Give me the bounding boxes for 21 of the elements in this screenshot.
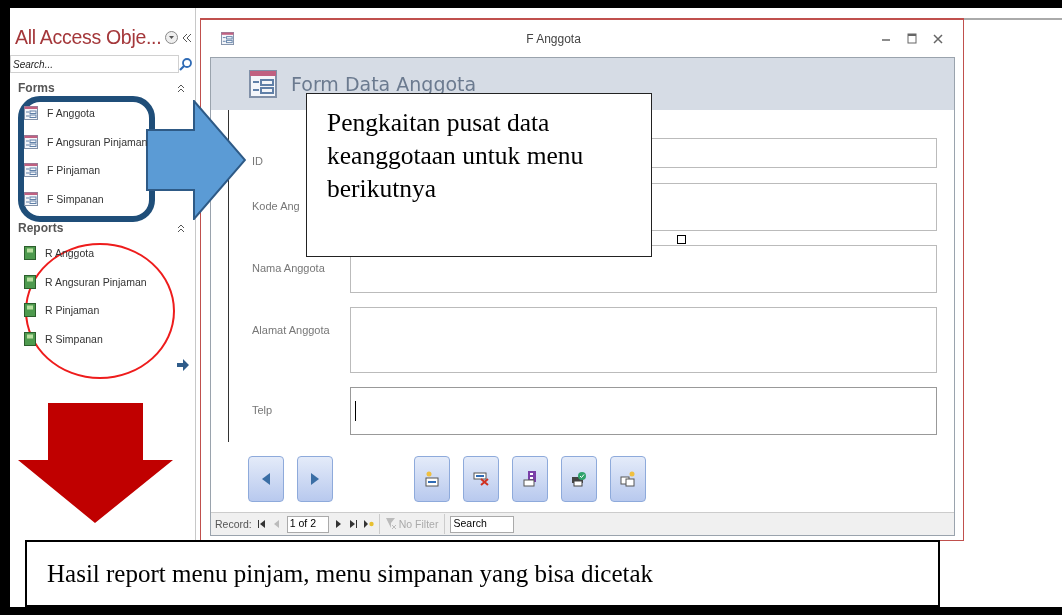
navigation-item[interactable]: F Pinjaman — [24, 156, 101, 185]
search-field[interactable]: Search... — [10, 55, 179, 73]
record-search-field[interactable]: Search — [450, 515, 515, 533]
record-label: Record: — [215, 518, 252, 530]
record-position-field[interactable]: 1 of 2 — [286, 515, 329, 533]
navigation-item[interactable]: F Simpanan — [24, 184, 104, 213]
group-header[interactable]: Forms — [18, 81, 55, 95]
field-label: Alamat Anggota — [252, 324, 330, 336]
pane-title: All Access Obje... — [15, 26, 162, 49]
navigation-item[interactable]: R Angsuran Pinjaman — [24, 267, 147, 296]
group-header[interactable]: Reports — [18, 221, 64, 235]
caption-note: Hasil report menu pinjam, menu simpanan yang bisa dicetak — [25, 540, 940, 607]
window-title: F Anggota — [525, 31, 582, 46]
field-label: Kode Ang — [252, 200, 300, 212]
field-label: Telp — [252, 404, 273, 416]
field-label: ID — [252, 155, 263, 167]
callout-tooltip: Pengkaitan pusat data keanggotaan untuk menu berikutnya — [306, 93, 652, 257]
field-label: Nama Anggota — [252, 262, 325, 274]
navigation-item[interactable]: F Anggota — [24, 99, 95, 128]
navigation-item[interactable]: R Pinjaman — [24, 296, 100, 325]
navigation-item[interactable]: R Simpanan — [24, 324, 103, 353]
